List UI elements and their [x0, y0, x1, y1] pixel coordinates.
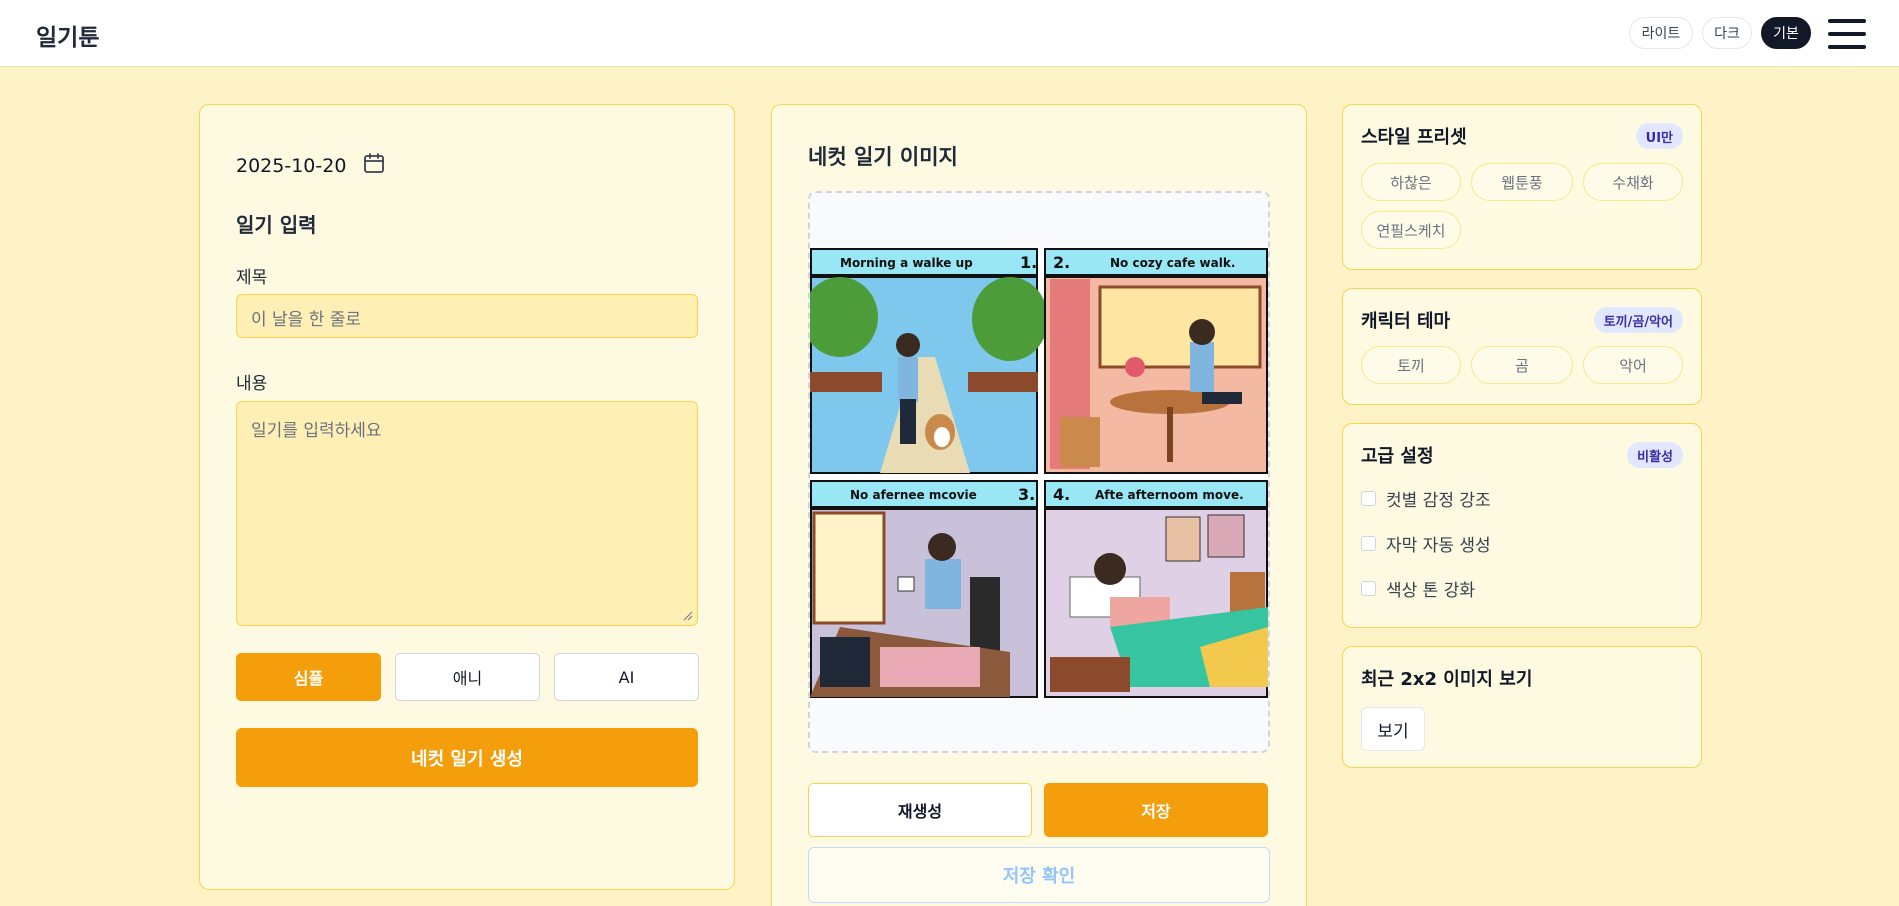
- svg-text:No afernee mcovie: No afernee mcovie: [850, 488, 977, 502]
- generate-button[interactable]: 네컷 일기 생성: [236, 728, 698, 787]
- style-chip-watercolor[interactable]: 수채화: [1583, 163, 1683, 201]
- diary-input-panel: 2025-10-20 일기 입력 제목 이 날을 한 줄로 내용 일기를 입력하…: [199, 104, 735, 890]
- content-label: 내용: [236, 374, 268, 394]
- checkbox[interactable]: [1361, 581, 1376, 596]
- option-auto-subtitles[interactable]: 자막 자동 생성: [1361, 531, 1491, 556]
- section-title: 일기 입력: [236, 213, 317, 237]
- character-chip-crocodile[interactable]: 악어: [1583, 346, 1683, 384]
- recent-images-card: 최근 2x2 이미지 보기 보기: [1342, 646, 1702, 768]
- content-textarea[interactable]: 일기를 입력하세요: [236, 401, 698, 626]
- title-label: 제목: [236, 268, 268, 288]
- save-button[interactable]: 저장: [1044, 783, 1268, 837]
- option-label: 컷별 감정 강조: [1386, 491, 1491, 511]
- style-preset-title: 스타일 프리셋: [1361, 127, 1467, 148]
- checkbox[interactable]: [1361, 536, 1376, 551]
- svg-text:Morning a walke up: Morning a walke up: [840, 256, 973, 270]
- character-chip-bear[interactable]: 곰: [1471, 346, 1573, 384]
- image-frame: Morning a walke up 1. 2. No cozy cafe wa…: [808, 191, 1270, 753]
- option-label: 자막 자동 생성: [1386, 536, 1491, 556]
- svg-text:3.: 3.: [1018, 485, 1035, 504]
- comic-panel-2: 2. No cozy cafe walk.: [1044, 248, 1268, 474]
- svg-text:Afte afternoom move.: Afte afternoom move.: [1095, 488, 1244, 502]
- svg-text:No cozy cafe walk.: No cozy cafe walk.: [1110, 256, 1235, 270]
- svg-text:4.: 4.: [1053, 485, 1070, 504]
- calendar-icon[interactable]: [362, 151, 386, 180]
- theme-light-button[interactable]: 라이트: [1629, 17, 1693, 49]
- advanced-settings-card: 고급 설정 비활성 컷별 감정 강조 자막 자동 생성 색상 톤 강화: [1342, 423, 1702, 628]
- comic-image: Morning a walke up 1. 2. No cozy cafe wa…: [810, 247, 1268, 699]
- style-chip-hachaneun[interactable]: 하찮은: [1361, 163, 1461, 201]
- diary-date[interactable]: 2025-10-20: [236, 151, 386, 180]
- comic-panel-3: No afernee mcovie 3.: [810, 480, 1038, 698]
- image-panel: 네컷 일기 이미지 Morning a walke up 1. 2. No co…: [771, 104, 1307, 906]
- recent-images-title: 최근 2x2 이미지 보기: [1361, 669, 1533, 690]
- option-color-tone[interactable]: 색상 톤 강화: [1361, 576, 1475, 601]
- resize-handle-icon[interactable]: [683, 611, 693, 621]
- svg-text:1.: 1.: [1020, 253, 1037, 272]
- top-bar: 일기툰 라이트 다크 기본: [0, 0, 1899, 67]
- style-preset-badge: UI만: [1635, 123, 1683, 149]
- view-button[interactable]: 보기: [1361, 707, 1425, 751]
- theme-dark-button[interactable]: 다크: [1702, 17, 1752, 49]
- mode-anime-button[interactable]: 애니: [395, 653, 540, 701]
- character-theme-card: 캐릭터 테마 토끼/곰/악어 토끼 곰 악어: [1342, 288, 1702, 405]
- regenerate-button[interactable]: 재생성: [808, 783, 1032, 837]
- save-confirm-button[interactable]: 저장 확인: [808, 847, 1270, 903]
- comic-panel-4: 4. Afte afternoom move.: [1044, 480, 1268, 698]
- character-theme-title: 캐릭터 테마: [1361, 311, 1451, 332]
- advanced-settings-badge: 비활성: [1627, 442, 1683, 468]
- image-panel-title: 네컷 일기 이미지: [808, 145, 958, 169]
- checkbox[interactable]: [1361, 491, 1376, 506]
- title-input[interactable]: 이 날을 한 줄로: [236, 294, 698, 338]
- theme-default-button[interactable]: 기본: [1761, 17, 1811, 49]
- app-brand[interactable]: 일기툰: [36, 18, 99, 52]
- option-label: 색상 톤 강화: [1386, 581, 1476, 601]
- content-placeholder: 일기를 입력하세요: [251, 421, 382, 441]
- comic-panel-1: Morning a walke up 1.: [810, 248, 1048, 474]
- mode-simple-button[interactable]: 심플: [236, 653, 381, 701]
- date-text: 2025-10-20: [236, 154, 347, 177]
- advanced-settings-title: 고급 설정: [1361, 446, 1434, 467]
- style-chip-webtoon[interactable]: 웹툰풍: [1471, 163, 1573, 201]
- svg-text:2.: 2.: [1053, 253, 1070, 272]
- style-chip-pencil-sketch[interactable]: 연필스케치: [1361, 211, 1461, 249]
- character-theme-badge: 토끼/곰/악어: [1593, 307, 1683, 333]
- style-preset-card: 스타일 프리셋 UI만 하찮은 웹툰풍 수채화 연필스케치: [1342, 104, 1702, 270]
- mode-ai-button[interactable]: AI: [554, 653, 699, 701]
- hamburger-menu-icon[interactable]: [1828, 19, 1866, 49]
- character-chip-rabbit[interactable]: 토끼: [1361, 346, 1461, 384]
- option-emotion-emphasis[interactable]: 컷별 감정 강조: [1361, 486, 1491, 511]
